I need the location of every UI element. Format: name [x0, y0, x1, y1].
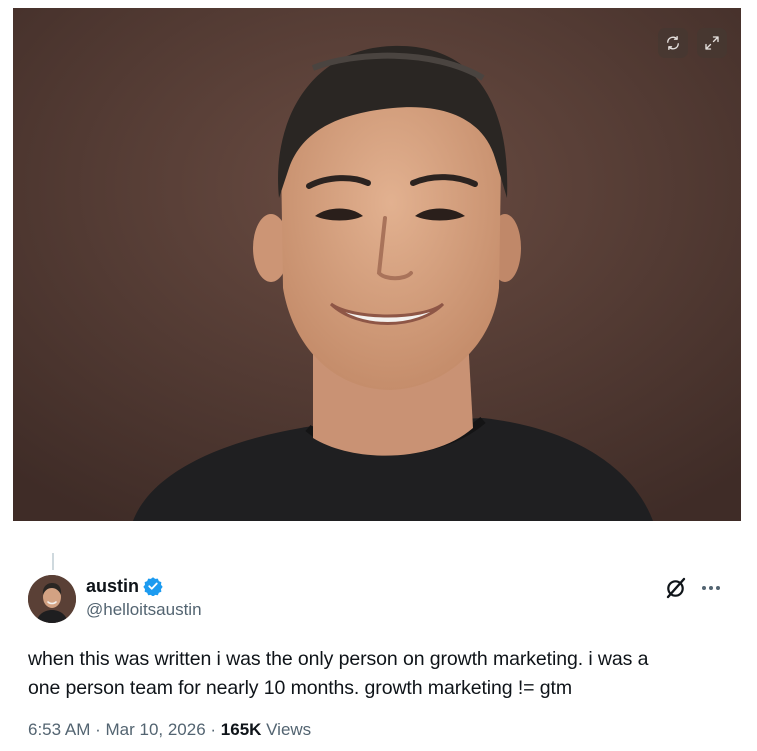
expand-button[interactable]	[697, 28, 727, 58]
meta-separator: ·	[205, 720, 221, 739]
portrait-photo	[13, 8, 741, 521]
views-count: 165K	[220, 720, 262, 739]
avatar-image	[28, 575, 76, 623]
grok-icon	[666, 577, 686, 599]
author-handle[interactable]: @helloitsaustin	[86, 600, 202, 620]
expand-icon	[705, 36, 719, 50]
tweet-date[interactable]: Mar 10, 2026	[105, 720, 205, 739]
meta-separator: ·	[90, 720, 106, 739]
avatar[interactable]	[28, 575, 76, 623]
grok-button[interactable]	[664, 576, 688, 600]
tweet-text: when this was written i was the only per…	[28, 645, 743, 703]
thread-connector-line	[52, 553, 54, 570]
more-icon	[702, 586, 720, 590]
author-name-row: austin	[86, 574, 202, 598]
tweet-text-line-2: one person team for nearly 10 months. gr…	[28, 677, 572, 699]
tweet-time[interactable]: 6:53 AM	[28, 720, 90, 739]
tweet-text-line-1: when this was written i was the only per…	[28, 648, 649, 670]
more-options-button[interactable]	[698, 576, 724, 600]
views-label: Views	[261, 720, 312, 739]
author-display-name[interactable]: austin	[86, 576, 139, 597]
refresh-button[interactable]	[658, 28, 688, 58]
tweet-media-photo[interactable]	[13, 8, 741, 521]
refresh-icon	[667, 35, 679, 51]
author-info: austin @helloitsaustin	[86, 574, 202, 620]
tweet-meta: 6:53 AM · Mar 10, 2026 · 165K Views	[28, 720, 311, 740]
verified-badge-icon	[143, 577, 163, 596]
